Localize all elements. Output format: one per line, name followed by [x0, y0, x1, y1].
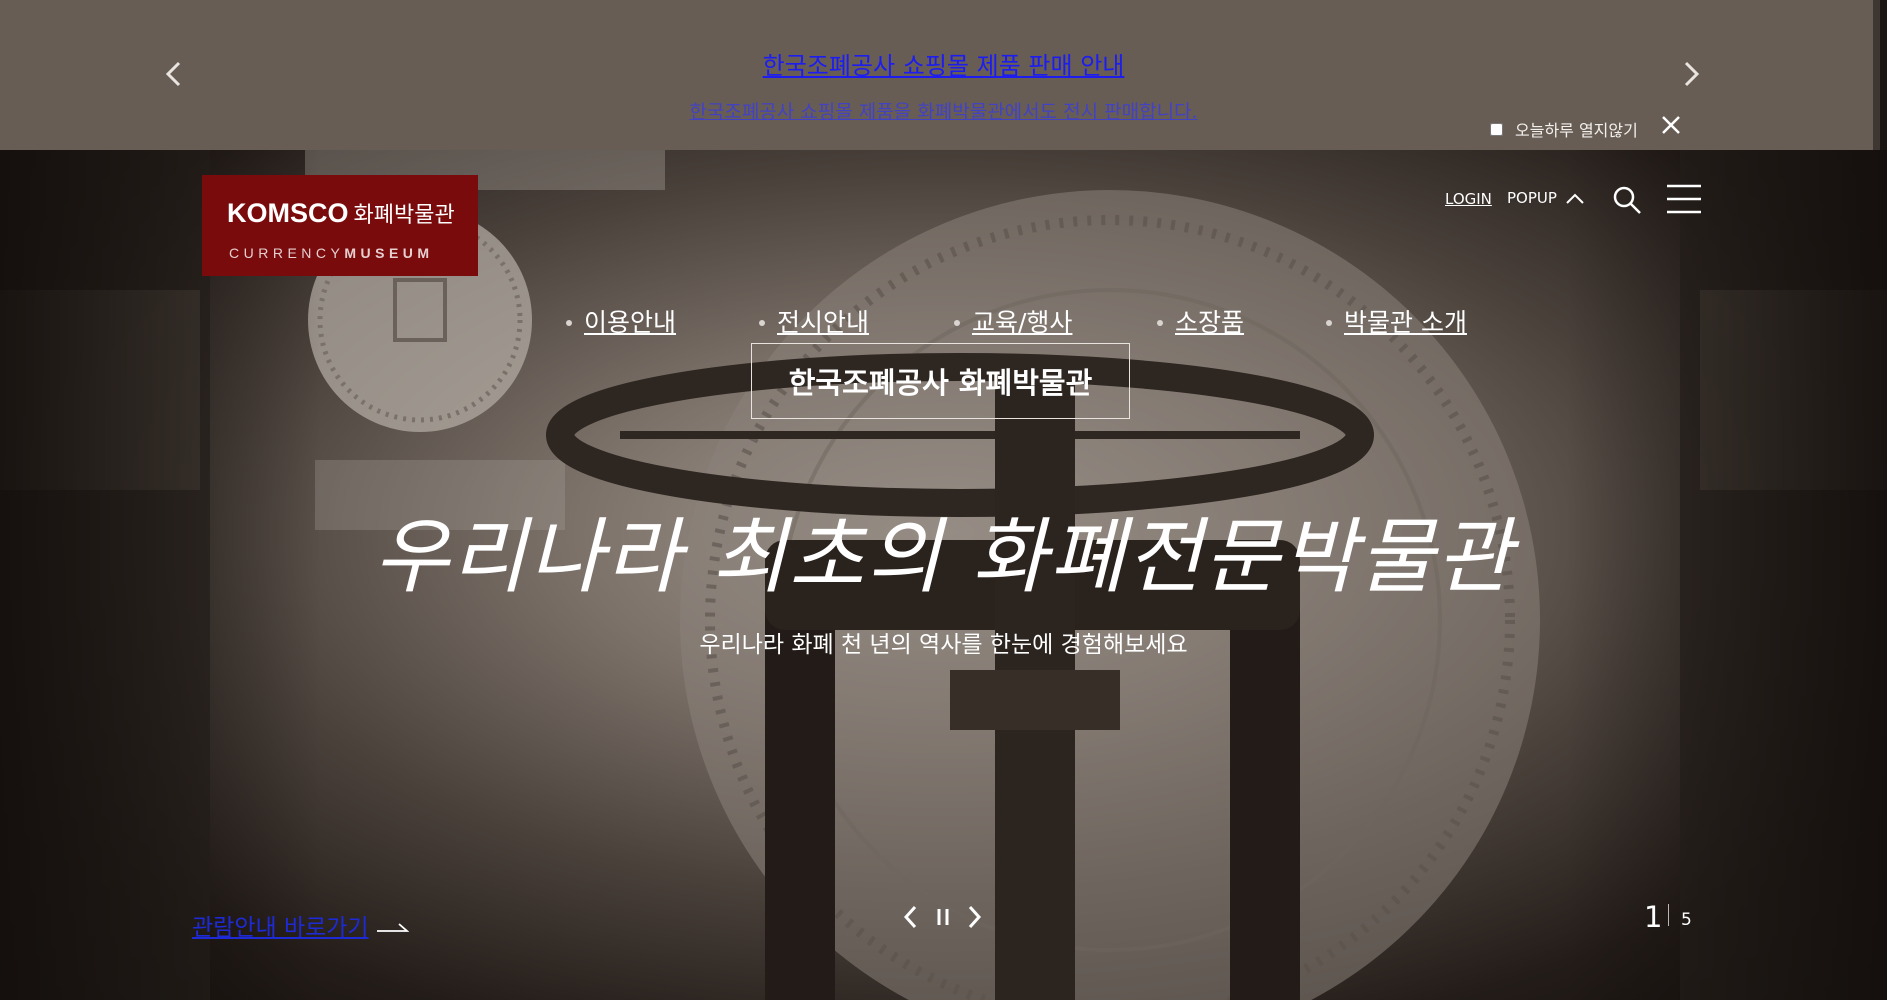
slide-next-button[interactable]: [961, 902, 987, 932]
visit-guide-link[interactable]: 관람안내 바로가기: [192, 908, 409, 942]
menu-icon[interactable]: [1667, 183, 1701, 215]
slide-total: 5: [1681, 910, 1692, 930]
nav-item-exhibition[interactable]: 전시안내: [777, 303, 869, 339]
popup-next-button[interactable]: [1674, 57, 1708, 91]
hide-today-checkbox[interactable]: [1490, 122, 1503, 136]
popup-banner: 한국조폐공사 쇼핑몰 제품 판매 안내 한국조폐공사 쇼핑몰 제품을 화폐박물관…: [0, 0, 1880, 150]
slide-current: 1: [1644, 900, 1663, 934]
site-logo[interactable]: KOMSCO 화폐박물관 CURRENCYMUSEUM: [202, 175, 478, 276]
slide-pause-button[interactable]: [930, 902, 956, 932]
nav-dot: [759, 320, 765, 326]
hero-tag: 한국조폐공사 화폐박물관: [751, 343, 1130, 419]
hero-headline: 우리나라 최초의 화폐전문박물관: [373, 510, 1514, 605]
hero-subline: 우리나라 화폐 천 년의 역사를 한눈에 경험해보세요: [699, 632, 1188, 658]
logo-english: CURRENCYMUSEUM: [229, 245, 434, 261]
nav-dot: [566, 320, 572, 326]
slide-separator: [1668, 904, 1669, 926]
nav-dot: [1157, 320, 1163, 326]
logo-korean: 화폐박물관: [353, 203, 455, 228]
hide-today-label: 오늘하루 열지않기: [1515, 121, 1638, 140]
nav-dot: [954, 320, 960, 326]
nav-item-guide[interactable]: 이용안내: [584, 303, 676, 339]
slide-prev-button[interactable]: [898, 902, 924, 932]
login-link[interactable]: LOGIN: [1445, 190, 1492, 208]
chevron-up-icon: [1566, 193, 1584, 204]
arrow-right-icon: [376, 923, 409, 932]
close-icon[interactable]: [1660, 114, 1682, 136]
popup-title-link[interactable]: 한국조폐공사 쇼핑몰 제품 판매 안내: [0, 46, 1887, 81]
chevron-right-icon: [1684, 61, 1700, 87]
nav-dot: [1326, 320, 1332, 326]
logo-brand: KOMSCO: [227, 198, 349, 228]
popup-toggle-button[interactable]: POPUP: [1507, 189, 1585, 207]
nav-item-about[interactable]: 박물관 소개: [1344, 303, 1467, 339]
visit-guide-label: 관람안내 바로가기: [192, 915, 369, 941]
nav-item-collection[interactable]: 소장품: [1175, 303, 1244, 339]
popup-toggle-label: POPUP: [1507, 189, 1557, 207]
popup-hide-today[interactable]: 오늘하루 열지않기: [1490, 117, 1638, 141]
nav-item-education[interactable]: 교육/행사: [972, 303, 1072, 339]
scrollbar[interactable]: [1873, 0, 1880, 150]
search-icon[interactable]: [1612, 185, 1642, 215]
